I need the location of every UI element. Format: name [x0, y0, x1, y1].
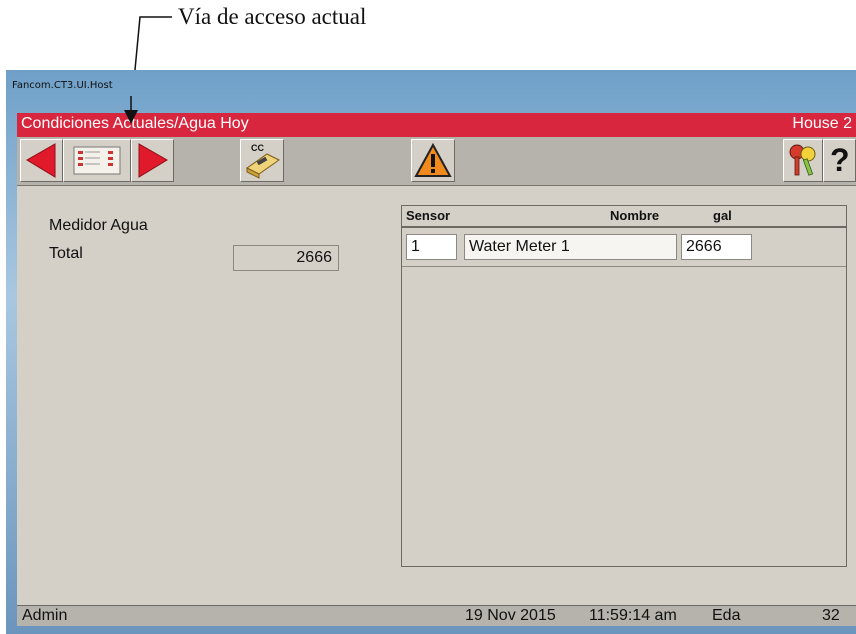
- house-label: House 2: [792, 115, 852, 132]
- previous-button[interactable]: [20, 139, 63, 182]
- table-row[interactable]: 1 Water Meter 1 2666: [402, 228, 846, 267]
- total-value: 2666: [233, 245, 339, 271]
- client-area: Condiciones Actuales/Agua Hoy House 2 CC…: [17, 113, 856, 626]
- toolbar: CC ?: [17, 137, 856, 186]
- status-time: 11:59:14 am: [589, 607, 677, 624]
- arrow-left-icon: [26, 143, 56, 178]
- arrow-right-icon: [138, 143, 168, 178]
- column-sensor: Sensor: [406, 208, 451, 223]
- help-button[interactable]: ?: [823, 139, 856, 182]
- sensor-cell[interactable]: 1: [406, 234, 457, 260]
- status-number: 32: [822, 607, 840, 624]
- name-cell[interactable]: Water Meter 1: [464, 234, 677, 260]
- cc-tool-icon: CC: [246, 143, 280, 179]
- status-extra: Eda: [712, 607, 741, 624]
- status-date: 19 Nov 2015: [465, 607, 556, 624]
- section-title: Medidor Agua: [49, 217, 148, 234]
- annotation-pointer: [133, 16, 172, 80]
- window-title: Fancom.CT3.UI.Host: [12, 80, 113, 91]
- login-button[interactable]: [783, 139, 823, 182]
- list-icon: [73, 146, 121, 175]
- path-header: Condiciones Actuales/Agua Hoy House 2: [17, 113, 856, 137]
- status-bar: Admin 19 Nov 2015 11:59:14 am Eda 32: [17, 605, 856, 626]
- warning-icon: [414, 142, 452, 177]
- total-label: Total: [49, 245, 83, 262]
- annotation-arrow-head: [124, 96, 138, 124]
- annotation: Vía de acceso actual: [0, 0, 856, 80]
- annotation-label: Vía de acceso actual: [178, 4, 367, 29]
- help-icon: ?: [830, 142, 850, 178]
- column-gal: gal: [713, 208, 732, 223]
- column-name: Nombre: [610, 208, 660, 223]
- gal-cell[interactable]: 2666: [681, 234, 752, 260]
- app-window: Fancom.CT3.UI.Host Condiciones Actuales/…: [6, 70, 856, 634]
- left-panel: Medidor Agua Total 2666: [17, 186, 402, 606]
- cc-button[interactable]: CC: [240, 139, 284, 182]
- status-user: Admin: [22, 607, 68, 624]
- sensor-grid: Sensor Nombre gal 1 Water Meter 1 2666: [401, 205, 847, 567]
- alarm-button[interactable]: [411, 139, 455, 182]
- list-button[interactable]: [63, 139, 131, 182]
- svg-text:CC: CC: [251, 143, 264, 153]
- keys-icon: [789, 144, 816, 176]
- next-button[interactable]: [131, 139, 174, 182]
- grid-header: Sensor Nombre gal: [402, 206, 846, 228]
